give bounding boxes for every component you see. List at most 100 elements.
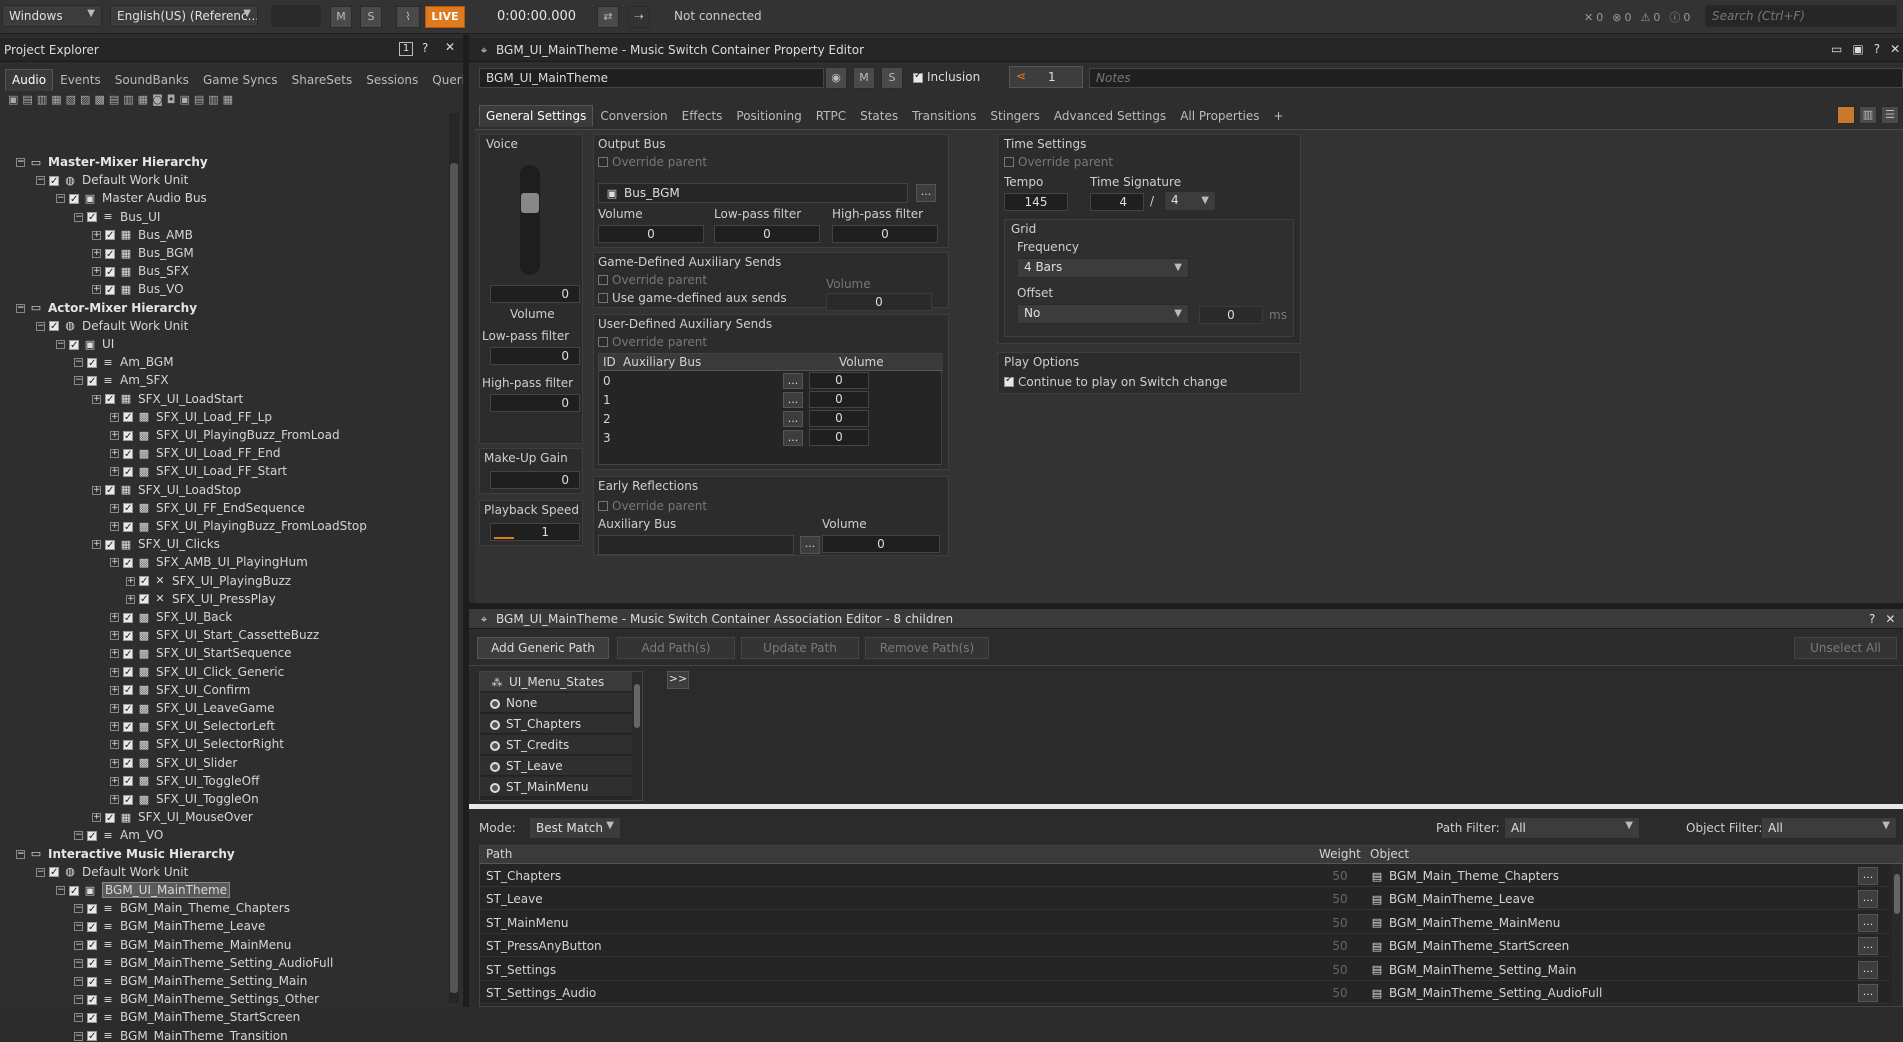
- include-checkbox[interactable]: [87, 373, 97, 391]
- performance-monitor-icon[interactable]: ⌇: [396, 6, 420, 28]
- tree-item[interactable]: + ▩ SFX_UI_FF_EndSequence: [110, 499, 305, 518]
- expand-toggle-icon[interactable]: −: [16, 849, 25, 859]
- update-path-button[interactable]: Update Path: [741, 637, 859, 659]
- expand-toggle-icon[interactable]: −: [74, 1031, 83, 1041]
- expand-toggle-icon[interactable]: +: [92, 230, 101, 240]
- scrollbar-thumb[interactable]: [450, 163, 458, 993]
- tab-soundbanks[interactable]: SoundBanks: [108, 69, 196, 91]
- music-segment-icon[interactable]: ▣: [179, 93, 189, 106]
- table-row[interactable]: ST_PressAnyButton 50 ▤ BGM_MainTheme_StartS…: [480, 935, 1890, 958]
- time-override-checkbox[interactable]: [1004, 157, 1014, 167]
- state-item[interactable]: None: [480, 693, 632, 713]
- help-icon[interactable]: ?: [1869, 612, 1875, 626]
- expand-toggle-icon[interactable]: −: [74, 977, 83, 986]
- tab-game-syncs[interactable]: Game Syncs: [196, 69, 285, 91]
- tree-item[interactable]: + ▩ SFX_UI_Start_CassetteBuzz: [110, 626, 319, 646]
- tree-item[interactable]: − ◍ Default Work Unit: [36, 317, 188, 336]
- makeup-gain-field[interactable]: 0: [490, 471, 580, 489]
- unselect-all-button[interactable]: Unselect All: [1794, 637, 1897, 659]
- random-container-icon[interactable]: ▩: [94, 93, 104, 106]
- tree-item[interactable]: + ▩ SFX_UI_Load_FF_End: [110, 444, 280, 464]
- sound-icon[interactable]: ◙: [152, 93, 163, 106]
- expand-toggle-icon[interactable]: +: [110, 431, 119, 440]
- table-row[interactable]: 2... 0: [599, 410, 933, 429]
- tree-item[interactable]: + ▩ SFX_UI_SelectorRight: [110, 735, 284, 755]
- tab-states[interactable]: States: [853, 105, 905, 127]
- aux-browse-button[interactable]: ...: [783, 392, 803, 408]
- layout-single-icon[interactable]: [1837, 106, 1855, 124]
- include-checkbox[interactable]: [105, 810, 115, 828]
- object-filter-dropdown[interactable]: All ▼: [1761, 817, 1897, 839]
- frequency-dropdown[interactable]: 4 Bars ▼: [1017, 258, 1189, 278]
- expand-toggle-icon[interactable]: +: [110, 704, 119, 713]
- folder-open-icon[interactable]: ▭: [1831, 42, 1842, 56]
- pin-badge[interactable]: 1: [399, 42, 413, 56]
- tree-item[interactable]: − ≡ Bus_UI: [74, 208, 160, 227]
- include-checkbox[interactable]: [69, 883, 79, 901]
- tree-item[interactable]: + ▩ SFX_UI_StartSequence: [110, 644, 292, 664]
- expand-toggle-icon[interactable]: −: [36, 176, 45, 186]
- tree-item[interactable]: − ▣ BGM_UI_MainTheme: [56, 881, 231, 901]
- include-checkbox[interactable]: [105, 391, 115, 409]
- layout-split-icon[interactable]: ▥: [1859, 106, 1877, 124]
- object-cell[interactable]: ▤ BGM_MainTheme_StartScreen: [1370, 935, 1569, 957]
- expand-toggle-icon[interactable]: +: [110, 740, 119, 750]
- add-to-path-button[interactable]: >>: [667, 671, 689, 689]
- tab-positioning[interactable]: Positioning: [729, 105, 808, 127]
- explorer-scrollbar[interactable]: [449, 113, 459, 1003]
- tree-item[interactable]: + ✕ SFX_UI_PlayingBuzz: [126, 572, 291, 591]
- transport-field[interactable]: [271, 5, 321, 27]
- expand-toggle-icon[interactable]: +: [110, 795, 119, 804]
- tempo-field[interactable]: 145: [1004, 193, 1068, 211]
- tree-item[interactable]: + ▦ Bus_SFX: [92, 262, 189, 282]
- music-switch-icon[interactable]: ▥: [208, 93, 218, 106]
- tree-item[interactable]: − ◍ Default Work Unit: [36, 171, 188, 191]
- tree-item[interactable]: − ≡ BGM_Main_Theme_Chapters: [74, 899, 290, 919]
- include-checkbox[interactable]: [123, 755, 133, 773]
- aux-row-volume[interactable]: 0: [809, 391, 869, 408]
- expand-toggle-icon[interactable]: +: [110, 685, 119, 695]
- include-checkbox[interactable]: [123, 664, 133, 682]
- tab-advanced-settings[interactable]: Advanced Settings: [1047, 105, 1173, 127]
- volume-fader[interactable]: [520, 165, 540, 275]
- voice-volume-field[interactable]: 0: [490, 285, 580, 303]
- workunit-icon[interactable]: ▥: [37, 93, 47, 106]
- include-checkbox[interactable]: [123, 428, 133, 446]
- tree-item[interactable]: + ✕ SFX_UI_PressPlay: [126, 590, 276, 609]
- tab-conversion[interactable]: Conversion: [593, 105, 674, 127]
- mute-button[interactable]: M: [853, 67, 875, 89]
- include-checkbox[interactable]: [105, 537, 115, 555]
- expand-toggle-icon[interactable]: +: [110, 522, 119, 531]
- tree-item[interactable]: + ▩ SFX_UI_LeaveGame: [110, 699, 274, 719]
- early-aux-bus-field[interactable]: [598, 535, 794, 555]
- tab-effects[interactable]: Effects: [675, 105, 730, 127]
- tree-item[interactable]: + ▦ SFX_UI_Clicks: [92, 535, 220, 555]
- close-icon[interactable]: ✕: [445, 40, 455, 54]
- tree-item[interactable]: + ▩ SFX_UI_Load_FF_Lp: [110, 408, 272, 427]
- tree-item[interactable]: − ≡ BGM_MainTheme_StartScreen: [74, 1008, 300, 1028]
- aux-browse-button[interactable]: ...: [783, 430, 803, 446]
- state-item[interactable]: ST_Leave: [480, 756, 632, 776]
- include-checkbox[interactable]: [123, 682, 133, 700]
- tree-item[interactable]: + ▦ SFX_UI_LoadStart: [92, 390, 243, 409]
- aux-bus-icon[interactable]: ▧: [66, 93, 76, 106]
- output-volume-field[interactable]: 0: [598, 225, 704, 243]
- output-lpf-field[interactable]: 0: [714, 225, 820, 243]
- user-aux-override-checkbox[interactable]: [598, 337, 608, 347]
- expand-toggle-icon[interactable]: +: [110, 631, 119, 641]
- expand-toggle-icon[interactable]: −: [74, 995, 83, 1005]
- output-bus-browse-button[interactable]: ...: [916, 184, 936, 202]
- add-generic-path-button[interactable]: Add Generic Path: [477, 637, 609, 659]
- table-row[interactable]: ST_Leave 50 ▤ BGM_MainTheme_Leave...: [480, 888, 1890, 911]
- tree-item[interactable]: + ▩ SFX_UI_PlayingBuzz_FromLoad: [110, 426, 340, 446]
- tree-item[interactable]: + ▩ SFX_AMB_UI_PlayingHum: [110, 553, 308, 573]
- expand-toggle-icon[interactable]: +: [110, 503, 119, 513]
- expand-toggle-icon[interactable]: −: [16, 303, 25, 313]
- use-game-aux-checkbox[interactable]: [598, 293, 608, 303]
- path-table-scrollbar[interactable]: [1892, 864, 1902, 1006]
- tab-all-properties[interactable]: All Properties: [1173, 105, 1266, 127]
- remote-icon[interactable]: ⇢: [628, 6, 650, 28]
- include-checkbox[interactable]: [69, 337, 79, 355]
- table-row[interactable]: ST_Settings 50 ▤ BGM_MainTheme_Setting_Main…: [480, 959, 1890, 981]
- voice-lpf-field[interactable]: 0: [490, 347, 580, 365]
